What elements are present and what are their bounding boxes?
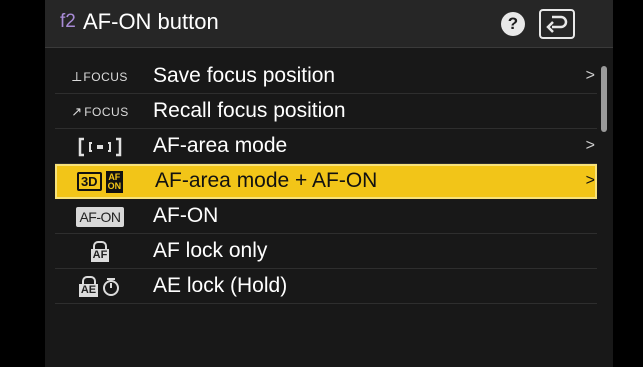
- menu-item-af-lock-only[interactable]: AF AF lock only: [55, 234, 597, 269]
- menu-item-label: Recall focus position: [153, 99, 346, 122]
- save-focus-icon: ⟂ FOCUS: [72, 68, 128, 84]
- chevron-right-icon: >: [585, 172, 595, 189]
- menu-header: f2 AF-ON button ?: [45, 0, 613, 48]
- chevron-right-icon: >: [585, 137, 595, 154]
- page-code: f2: [60, 11, 76, 32]
- menu-item-save-focus-position[interactable]: ⟂ FOCUS Save focus position >: [55, 59, 597, 94]
- menu-item-label: AE lock (Hold): [153, 274, 288, 297]
- menu-item-af-on[interactable]: AF-ON AF-ON: [55, 199, 597, 234]
- menu-item-label: AF-area mode: [153, 134, 288, 157]
- af-area-afon-icon: 3D AF ON: [55, 164, 145, 199]
- recall-focus-icon: ↗ FOCUS: [71, 103, 129, 119]
- menu-item-recall-focus-position[interactable]: ↗ FOCUS Recall focus position: [55, 94, 597, 129]
- af-area-bracket-icon: [55, 129, 145, 164]
- chevron-right-icon: >: [585, 67, 595, 84]
- menu-item-af-area-mode-af-on[interactable]: 3D AF ON AF-area mode + AF-ON >: [55, 164, 597, 199]
- scrollbar[interactable]: [601, 66, 607, 132]
- back-icon[interactable]: [539, 9, 575, 39]
- help-icon[interactable]: ?: [501, 12, 525, 36]
- menu-item-label: AF-area mode + AF-ON: [155, 169, 378, 192]
- menu-item-ae-lock-hold[interactable]: AE AE lock (Hold): [55, 269, 597, 304]
- menu-item-label: AF lock only: [153, 239, 268, 262]
- af-lock-icon: AF: [55, 234, 145, 269]
- af-on-icon: AF-ON: [55, 199, 145, 234]
- menu-item-label: AF-ON: [153, 204, 219, 227]
- menu-screen: f2 AF-ON button ? ⟂ FOCUS Save focus pos…: [45, 0, 613, 367]
- ae-lock-hold-icon: AE: [55, 269, 145, 304]
- menu-item-af-area-mode[interactable]: AF-area mode >: [55, 129, 597, 164]
- menu-item-label: Save focus position: [153, 64, 336, 87]
- timer-icon: [103, 277, 120, 296]
- page-title: AF-ON button: [83, 9, 219, 34]
